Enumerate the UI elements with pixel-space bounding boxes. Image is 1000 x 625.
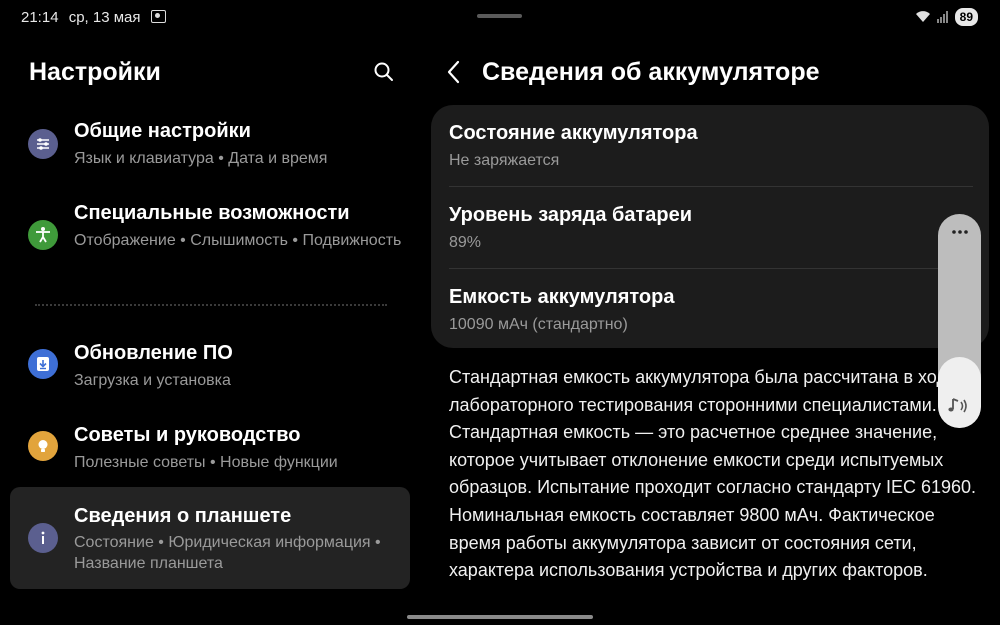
- accessibility-icon: [28, 220, 58, 250]
- menu-item-title: Сведения о планшете: [74, 505, 292, 527]
- lightbulb-icon: [28, 431, 58, 461]
- row-value: Не заряжается: [449, 152, 560, 169]
- screen-capture-icon: [150, 10, 166, 23]
- menu-item-about-tablet[interactable]: Сведения о планшете Состояние • Юридичес…: [10, 487, 410, 589]
- battery-status-row: Состояние аккумулятора Не заряжается: [449, 122, 973, 170]
- settings-title: Настройки: [29, 58, 161, 86]
- menu-item-title: Советы и руководство: [74, 424, 301, 446]
- software-update-icon: [28, 349, 58, 379]
- menu-item-software-update[interactable]: Обновление ПО Загрузка и установка: [10, 328, 410, 400]
- wifi-icon: [915, 11, 930, 22]
- menu-item-tips[interactable]: Советы и руководство Полезные советы • Н…: [10, 410, 410, 482]
- capacity-description: Стандартная емкость аккумулятора была ра…: [449, 367, 977, 581]
- row-divider: [449, 268, 973, 269]
- row-title: Уровень заряда батареи: [449, 204, 693, 226]
- menu-item-title: Общие настройки: [74, 120, 251, 142]
- status-right: 89: [915, 8, 978, 26]
- media-volume-icon: [948, 398, 967, 413]
- menu-item-title: Специальные возможности: [74, 202, 350, 224]
- row-title: Состояние аккумулятора: [449, 122, 698, 144]
- status-bar: 21:14 ср, 13 мая 89: [0, 0, 1000, 36]
- sliders-icon: [28, 129, 58, 159]
- row-title: Емкость аккумулятора: [449, 286, 675, 308]
- section-divider: [35, 304, 387, 306]
- menu-item-subtitle: Язык и клавиатура • Дата и время: [74, 150, 328, 167]
- battery-info-card: Состояние аккумулятора Не заряжается Уро…: [431, 105, 989, 348]
- page-title: Сведения об аккумуляторе: [482, 58, 820, 86]
- status-left: 21:14 ср, 13 мая: [21, 9, 172, 26]
- more-options-icon: [951, 230, 968, 234]
- drag-handle[interactable]: [477, 14, 522, 18]
- menu-item-accessibility[interactable]: Специальные возможности Отображение • Сл…: [10, 190, 410, 280]
- status-time: 21:14: [21, 9, 59, 26]
- menu-item-general[interactable]: Общие настройки Язык и клавиатура • Дата…: [10, 108, 410, 180]
- row-divider: [449, 186, 973, 187]
- battery-indicator: 89: [954, 8, 978, 26]
- battery-info-pane: Сведения об аккумуляторе Состояние аккум…: [420, 36, 1000, 625]
- menu-item-subtitle: Отображение • Слышимость • Подвижность: [74, 232, 402, 249]
- battery-level-row: Уровень заряда батареи 89%: [449, 204, 973, 252]
- search-icon[interactable]: [372, 60, 396, 84]
- navigation-handle[interactable]: [407, 615, 593, 619]
- volume-slider[interactable]: [938, 214, 981, 428]
- volume-more-button[interactable]: [938, 214, 981, 250]
- info-icon: [28, 523, 58, 553]
- menu-item-subtitle: Состояние • Юридическая информация • Наз…: [74, 534, 381, 572]
- back-arrow-icon[interactable]: [442, 58, 466, 86]
- signal-icon: [936, 11, 948, 23]
- menu-item-title: Обновление ПО: [74, 342, 233, 364]
- status-date: ср, 13 мая: [68, 9, 141, 26]
- menu-item-subtitle: Полезные советы • Новые функции: [74, 454, 338, 471]
- settings-pane: Настройки Общие настройки Язык и клавиат…: [0, 36, 420, 625]
- menu-item-subtitle: Загрузка и установка: [74, 372, 231, 389]
- row-value: 10090 мАч (стандартно): [449, 316, 628, 333]
- battery-capacity-row: Емкость аккумулятора 10090 мАч (стандарт…: [449, 286, 973, 334]
- row-value: 89%: [449, 234, 482, 251]
